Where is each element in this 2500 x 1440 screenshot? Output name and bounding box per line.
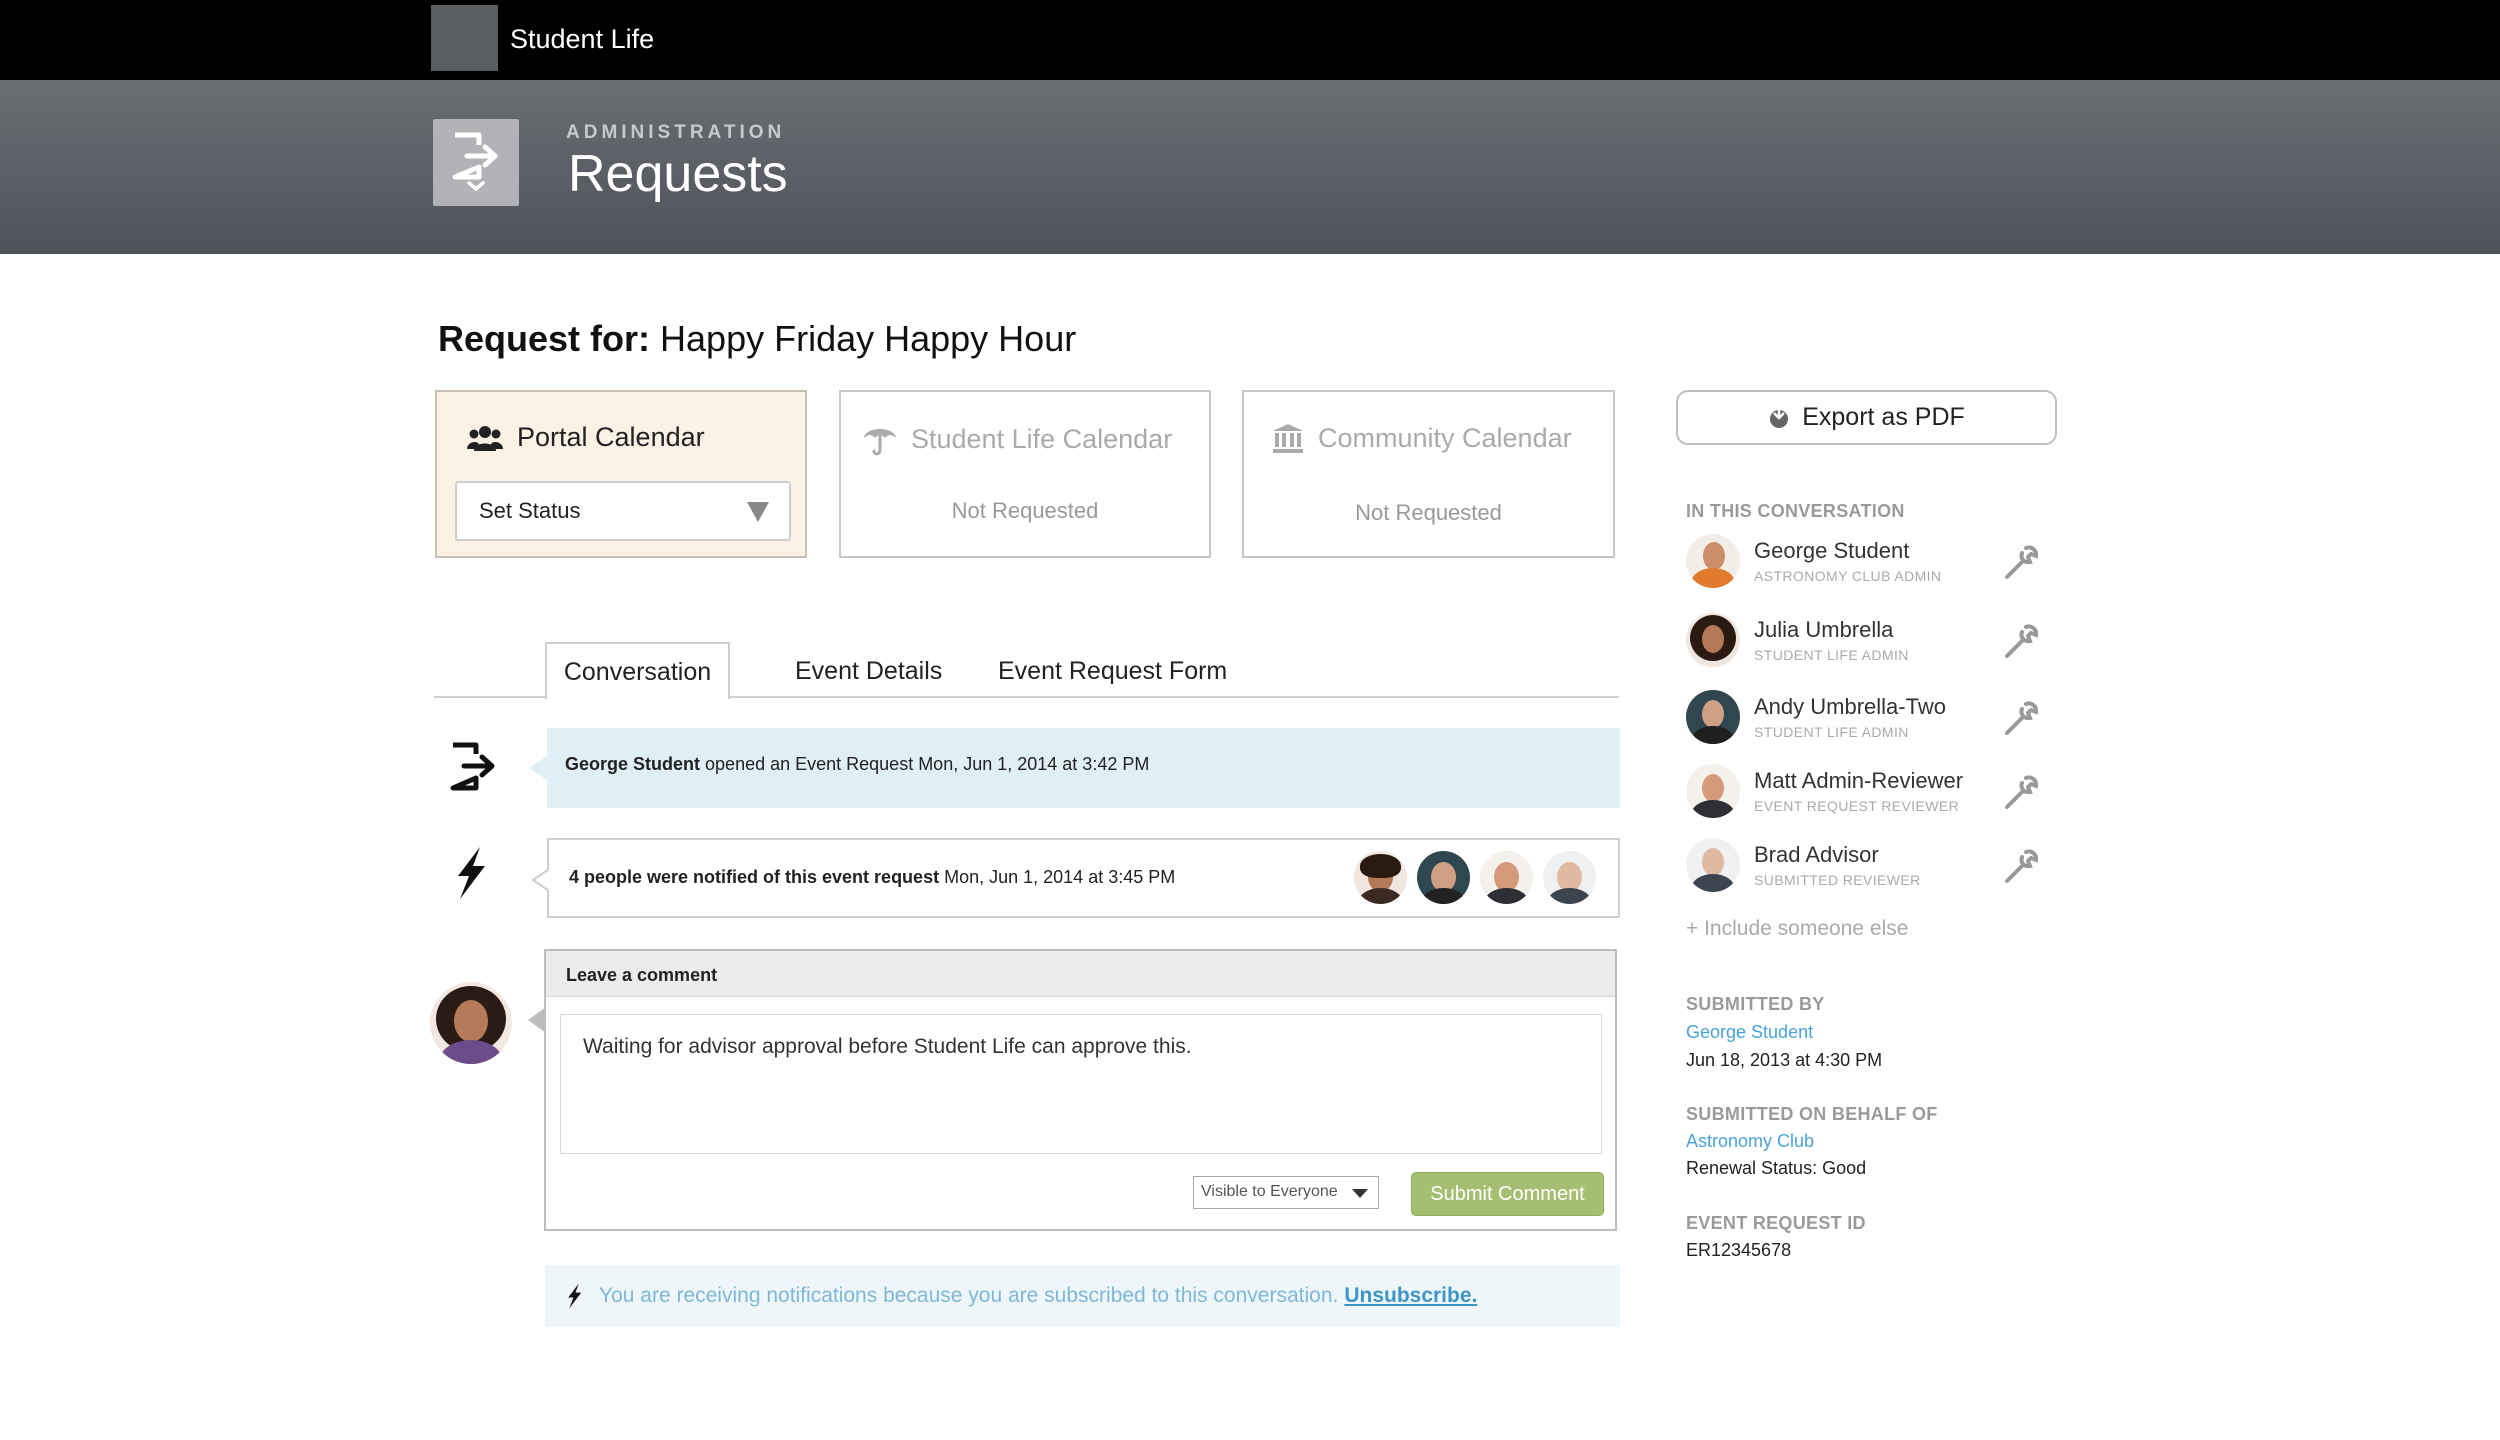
renewal-status: Renewal Status: Good: [1686, 1158, 1867, 1178]
wrench-icon[interactable]: [2004, 623, 2040, 659]
pdf-icon: [1770, 406, 1789, 428]
lightning-icon: [452, 846, 488, 905]
request-id: ER12345678: [1686, 1240, 1792, 1260]
requests-icon: [433, 119, 519, 206]
notification-text: You are receiving notifications because …: [599, 1284, 1339, 1307]
comment-box: Leave a comment Waiting for advisor appr…: [528, 949, 1617, 1231]
avatar[interactable]: [1686, 534, 1740, 588]
avatar[interactable]: [1354, 851, 1407, 904]
people-icon: [467, 425, 503, 451]
comment-input[interactable]: Waiting for advisor approval before Stud…: [560, 1014, 1602, 1154]
participant-name: Brad Advisor: [1754, 842, 1879, 867]
submit-comment-button[interactable]: Submit Comment: [1411, 1172, 1604, 1216]
participant-item: Matt Admin-Reviewer EVENT REQUEST REVIEW…: [1686, 764, 2046, 824]
participant-role: STUDENT LIFE ADMIN: [1754, 647, 1909, 663]
calendar-card-portal[interactable]: Portal Calendar Set Status: [435, 390, 807, 558]
calendar-card-portal-header: Portal Calendar: [467, 422, 705, 453]
participant-item: George Student ASTRONOMY CLUB ADMIN: [1686, 534, 2046, 594]
bank-icon: [1273, 424, 1303, 453]
timeline-notified-bold: 4 people were notified of this event req…: [569, 867, 940, 887]
participant-item: Andy Umbrella-Two STUDENT LIFE ADMIN: [1686, 690, 2046, 750]
avatar[interactable]: [1686, 764, 1740, 818]
submitted-by-link[interactable]: George Student: [1686, 1022, 1813, 1043]
wrench-icon[interactable]: [2004, 544, 2040, 580]
set-status-select[interactable]: Set Status: [455, 481, 791, 541]
submitted-date: Jun 18, 2013 at 4:30 PM: [1686, 1050, 1883, 1070]
notified-avatars: [1354, 851, 1596, 904]
include-someone-link[interactable]: + Include someone else: [1686, 917, 1908, 941]
participant-name: Julia Umbrella: [1754, 617, 1894, 642]
avatar[interactable]: [1480, 851, 1533, 904]
timeline-text: Mon, Jun 1, 2014 at 3:45 PM: [944, 867, 1176, 887]
dropdown-triangle-icon: [1352, 1189, 1368, 1198]
participant-role: SUBMITTED REVIEWER: [1754, 872, 1921, 888]
participant-item: Brad Advisor SUBMITTED REVIEWER: [1686, 838, 2046, 898]
app-title[interactable]: Student Life: [510, 24, 654, 55]
tab-event-request-form[interactable]: Event Request Form: [998, 657, 1227, 686]
participant-role: STUDENT LIFE ADMIN: [1754, 724, 1909, 740]
timeline-actor[interactable]: George Student: [565, 754, 700, 774]
calendar-card-community[interactable]: Community Calendar Not Requested: [1242, 390, 1615, 558]
export-label: Export as PDF: [1802, 403, 1965, 431]
umbrella-icon: [864, 429, 896, 456]
calendar-status: Not Requested: [951, 498, 1099, 523]
participant-name: George Student: [1754, 538, 1910, 563]
wrench-icon[interactable]: [2004, 774, 2040, 810]
avatar[interactable]: [1686, 690, 1740, 744]
page-header: ADMINISTRATION Requests: [0, 80, 2500, 254]
request-name: Happy Friday Happy Hour: [660, 318, 1077, 359]
in-conversation-label: IN THIS CONVERSATION: [1686, 501, 1905, 521]
timeline-item-opened: George Student opened an Event Request M…: [529, 728, 1620, 808]
calendar-name: Community Calendar: [1318, 422, 1572, 453]
comment-header: Leave a comment: [546, 951, 1615, 997]
calendar-status: Not Requested: [1355, 500, 1502, 525]
calendar-card-student-life-header: Student Life Calendar: [863, 422, 1172, 456]
visibility-value: Visible to Everyone: [1201, 1183, 1338, 1200]
calendar-name: Portal Calendar: [517, 422, 705, 452]
tab-conversation[interactable]: Conversation: [545, 642, 730, 699]
timeline-text: opened an Event Request Mon, Jun 1, 2014…: [705, 754, 1150, 774]
top-bar: Student Life: [0, 0, 2500, 80]
unsubscribe-link[interactable]: Unsubscribe.: [1344, 1284, 1477, 1308]
export-pdf-button[interactable]: Export as PDF: [1676, 390, 2057, 445]
calendar-name: Student Life Calendar: [911, 423, 1173, 454]
submitted-by-label: SUBMITTED BY: [1686, 994, 1825, 1014]
participant-role: EVENT REQUEST REVIEWER: [1754, 798, 1960, 814]
logo[interactable]: [431, 5, 498, 71]
request-opened-icon: [448, 742, 498, 797]
calendar-card-student-life[interactable]: Student Life Calendar Not Requested: [839, 390, 1211, 558]
tab-event-details[interactable]: Event Details: [795, 657, 942, 686]
avatar[interactable]: [1686, 838, 1740, 892]
wrench-icon[interactable]: [2004, 848, 2040, 884]
request-title: Request for: Happy Friday Happy Hour: [438, 318, 1076, 360]
participant-name: Andy Umbrella-Two: [1754, 694, 1946, 719]
avatar[interactable]: [1686, 613, 1740, 667]
behalf-link[interactable]: Astronomy Club: [1686, 1131, 1814, 1152]
request-label: Request for:: [438, 318, 651, 359]
wrench-icon[interactable]: [2004, 700, 2040, 736]
page-title: Requests: [568, 145, 788, 203]
request-id-label: EVENT REQUEST ID: [1686, 1213, 1866, 1233]
visibility-select[interactable]: Visible to Everyone: [1193, 1176, 1379, 1209]
set-status-value: Set Status: [479, 498, 581, 523]
timeline-item-notified: 4 people were notified of this event req…: [531, 838, 1620, 918]
notification-bar: You are receiving notifications because …: [545, 1265, 1620, 1327]
participant-name: Matt Admin-Reviewer: [1754, 768, 1964, 793]
participant-role: ASTRONOMY CLUB ADMIN: [1754, 568, 1942, 584]
header-kicker: ADMINISTRATION: [566, 122, 786, 143]
participant-item: Julia Umbrella STUDENT LIFE ADMIN: [1686, 613, 2046, 673]
calendar-card-community-header: Community Calendar: [1272, 422, 1572, 454]
avatar: [430, 982, 512, 1064]
dropdown-triangle-icon: [747, 502, 769, 522]
avatar[interactable]: [1543, 851, 1596, 904]
behalf-label: SUBMITTED ON BEHALF OF: [1686, 1104, 1938, 1124]
avatar[interactable]: [1417, 851, 1470, 904]
lightning-icon: [568, 1283, 582, 1309]
